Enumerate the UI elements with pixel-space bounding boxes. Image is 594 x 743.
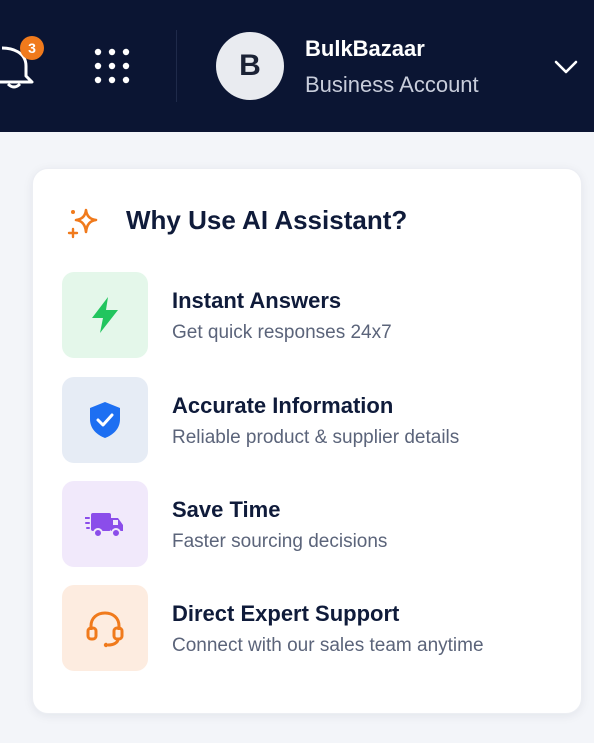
- feature-icon-tile: [62, 272, 148, 358]
- header-divider: [176, 30, 177, 102]
- account-menu-toggle[interactable]: [552, 56, 580, 78]
- lightning-icon: [92, 297, 118, 333]
- feature-icon-tile: [62, 585, 148, 671]
- notification-count-badge: 3: [20, 36, 44, 60]
- feature-description: Faster sourcing decisions: [172, 531, 388, 552]
- feature-description: Reliable product & supplier details: [172, 427, 460, 448]
- feature-description: Connect with our sales team anytime: [172, 635, 484, 656]
- apps-grid-icon: [94, 48, 130, 84]
- delivery-truck-icon: [85, 513, 123, 538]
- feature-instant-answers: Instant Answers Get quick responses 24x7: [62, 272, 562, 360]
- chevron-down-icon: [554, 60, 578, 74]
- apps-grid-button[interactable]: [92, 46, 132, 86]
- account-type: Business Account: [305, 72, 479, 97]
- feature-direct-expert-support: Direct Expert Support Connect with our s…: [62, 585, 562, 673]
- feature-icon-tile: [62, 481, 148, 567]
- top-bar: 3 B BulkBazaar Business Account: [0, 0, 594, 132]
- feature-title: Direct Expert Support: [172, 601, 400, 626]
- headset-icon: [86, 611, 124, 648]
- feature-description: Get quick responses 24x7: [172, 322, 392, 343]
- feature-title: Instant Answers: [172, 288, 342, 313]
- shield-check-icon: [90, 402, 120, 438]
- sparkle-icon: [67, 208, 98, 239]
- account-name[interactable]: BulkBazaar: [305, 36, 425, 62]
- panel-title: Why Use AI Assistant?: [126, 205, 408, 235]
- feature-title: Accurate Information: [172, 393, 394, 418]
- avatar[interactable]: B: [216, 32, 284, 100]
- feature-accurate-information: Accurate Information Reliable product & …: [62, 377, 562, 465]
- feature-save-time: Save Time Faster sourcing decisions: [62, 481, 562, 569]
- feature-icon-tile: [62, 377, 148, 463]
- feature-title: Save Time: [172, 497, 281, 522]
